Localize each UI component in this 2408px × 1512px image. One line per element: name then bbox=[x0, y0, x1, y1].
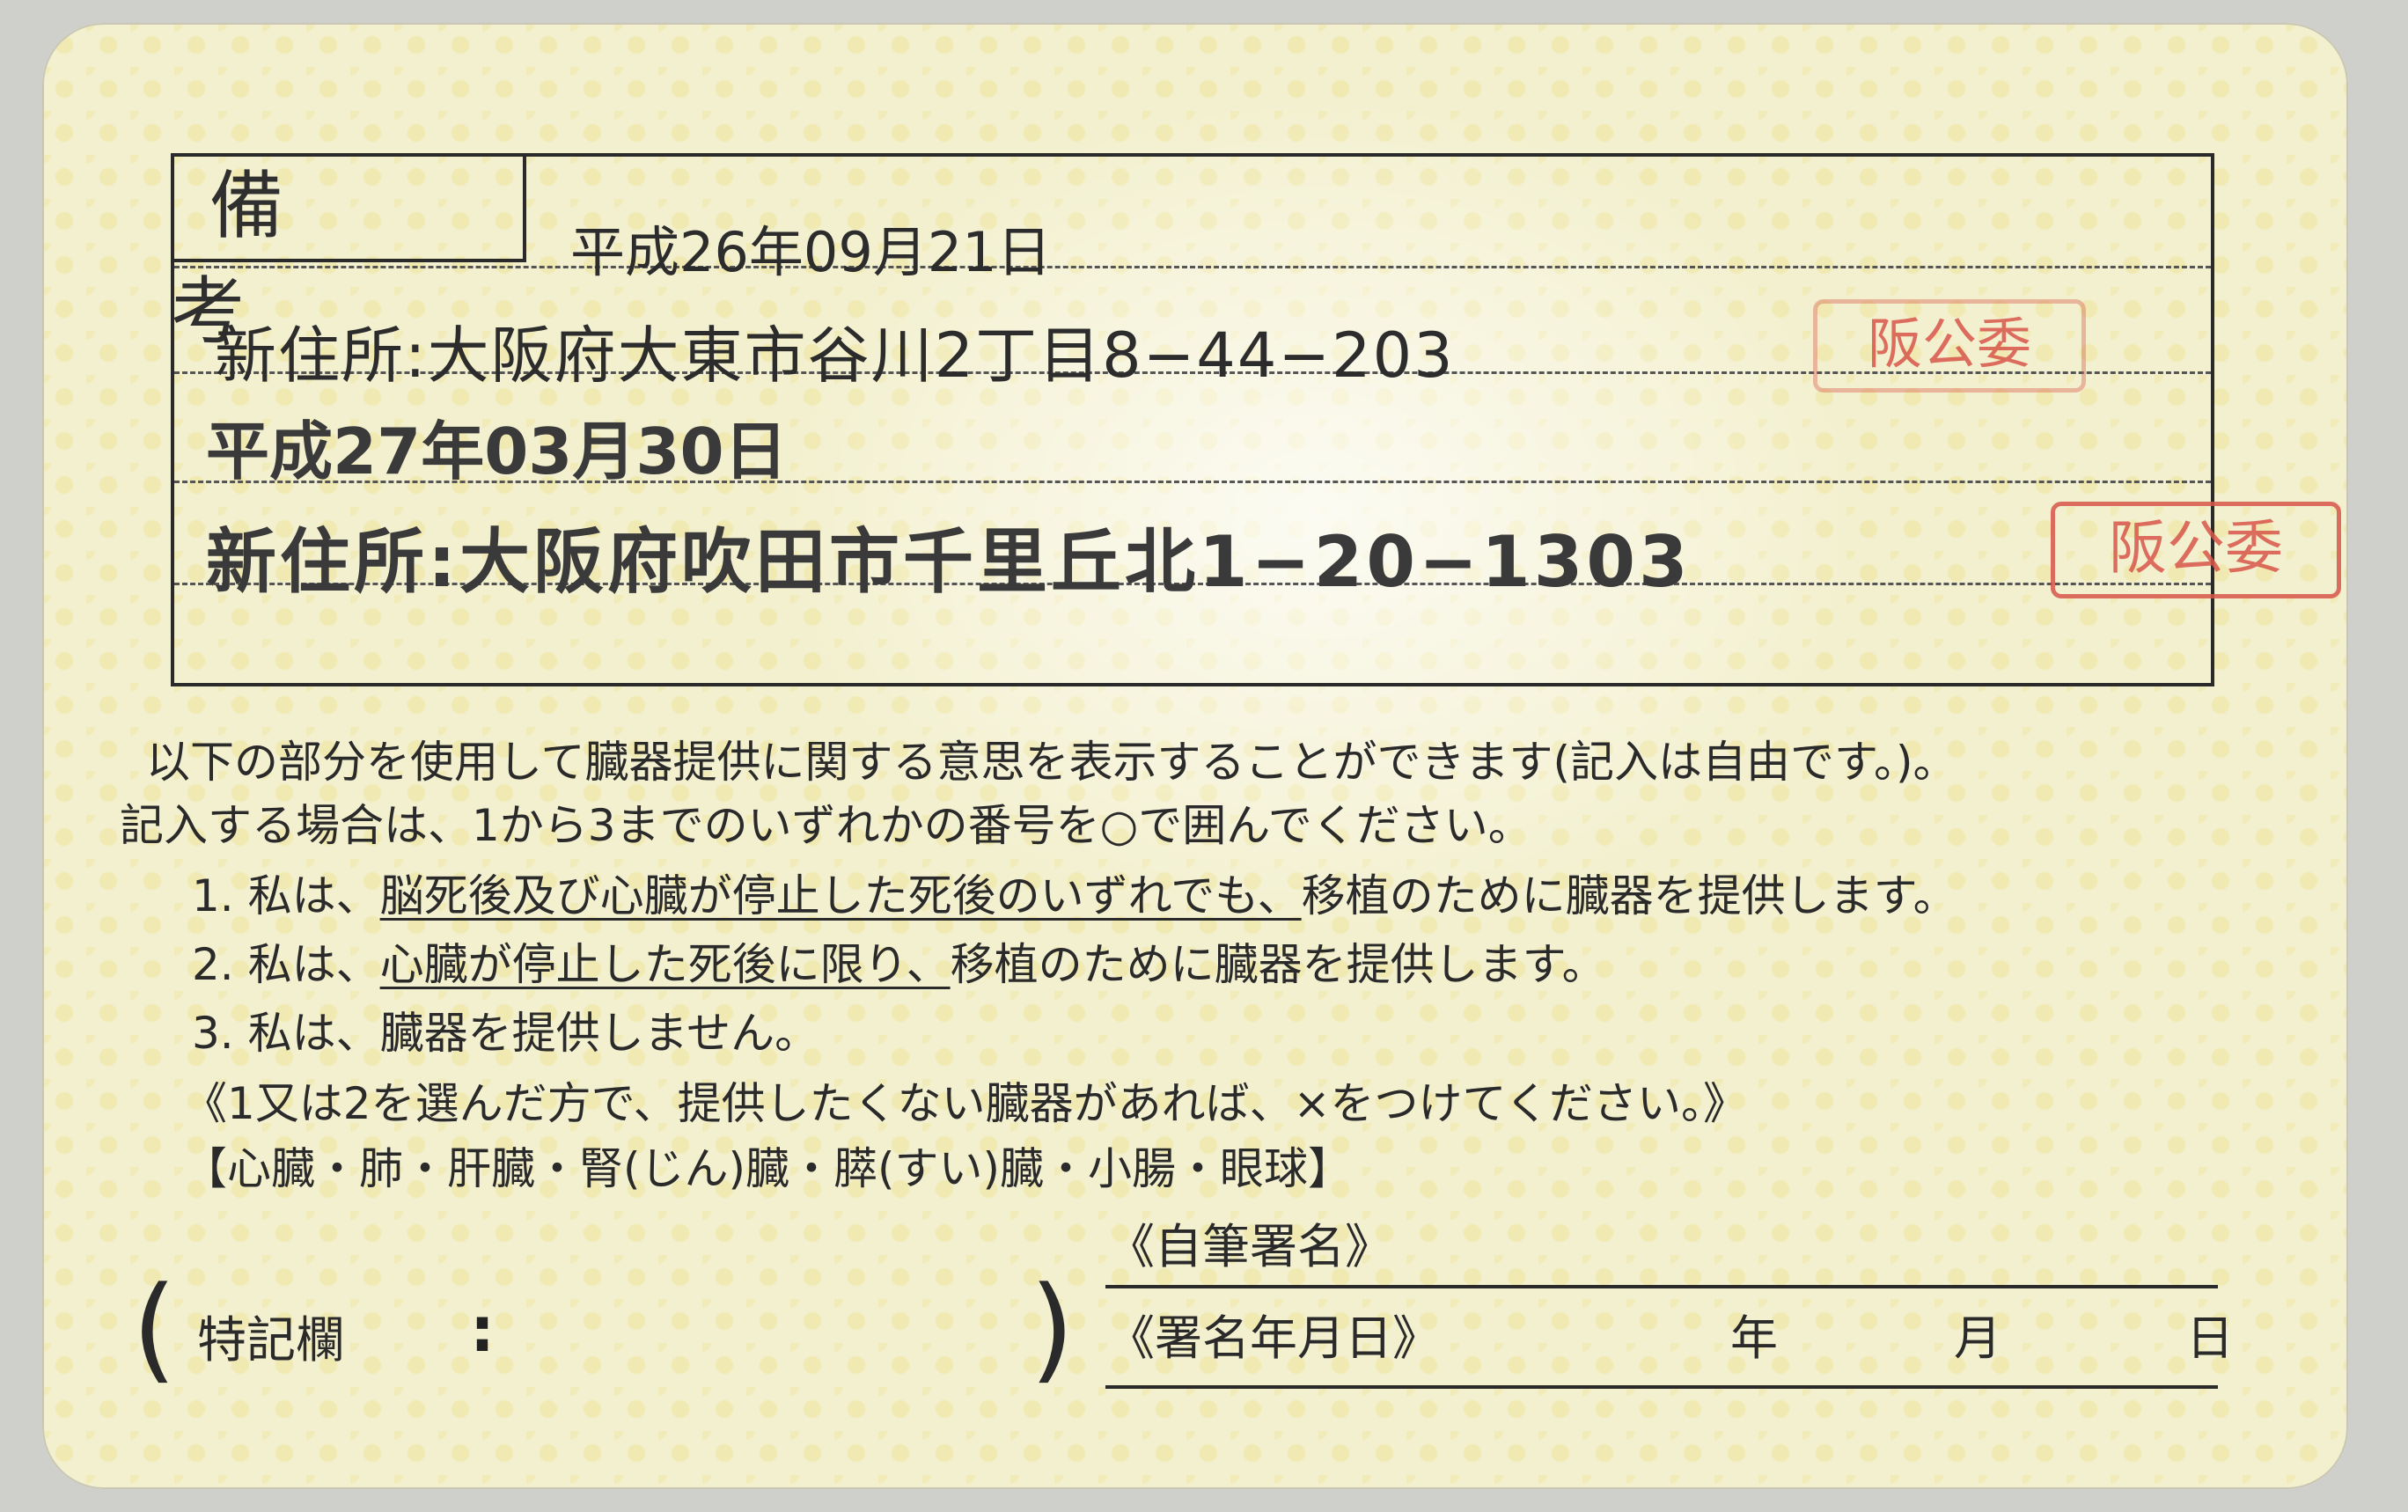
option-1-underlined: 脳死後及び心臓が停止した死後のいずれでも、 bbox=[379, 870, 1302, 921]
organ-option-1[interactable]: 1. 私は、脳死後及び心臓が停止した死後のいずれでも、移植のために臓器を提供しま… bbox=[192, 861, 1957, 924]
official-seal-2: 阪公委 bbox=[2051, 502, 2341, 598]
organ-intro-line-1: 以下の部分を使用して臓器提供に関する意思を表示することができます(記入は自由です… bbox=[146, 737, 1957, 788]
year-label: 年 bbox=[1730, 1310, 1778, 1366]
month-label: 月 bbox=[1954, 1310, 2001, 1366]
signature-date-label: 《署名年月日》 bbox=[1107, 1310, 1440, 1366]
entry-address-1: 新住所:大阪府大東市谷川2丁目8−44−203 bbox=[215, 319, 1455, 392]
organ-intro-line-2: 記入する場合は、1から3までのいずれかの番号を○で囲んでください。 bbox=[120, 800, 1532, 851]
entry-date-2: 平成27年03月30日 bbox=[206, 415, 788, 488]
organ-exclusion-note: 《1又は2を選んだ方で、提供したくない臓器があれば、×をつけてください。》 bbox=[183, 1078, 1748, 1129]
remarks-label: 備 考 bbox=[171, 153, 526, 355]
option-2-suffix: 移植のために臓器を提供します。 bbox=[950, 939, 1606, 990]
signature-field-line[interactable] bbox=[1105, 1285, 2218, 1288]
special-notes-label: 特記欄 bbox=[197, 1312, 345, 1369]
organ-option-2[interactable]: 2. 私は、心臓が停止した死後に限り、移植のために臓器を提供します。 bbox=[192, 929, 1606, 993]
official-seal-1: 阪公委 bbox=[1813, 299, 2086, 393]
remarks-divider bbox=[174, 266, 2211, 268]
entry-date-1: 平成26年09月21日 bbox=[570, 220, 1052, 284]
special-notes-bracket-right: ) bbox=[1030, 1261, 1075, 1395]
signature-label: 《自筆署名》 bbox=[1107, 1219, 1392, 1274]
option-2-underlined: 心臓が停止した死後に限り、 bbox=[379, 939, 951, 990]
organ-list[interactable]: 【心臓・肺・肝臓・腎(じん)臓・膵(すい)臓・小腸・眼球】 bbox=[183, 1134, 1352, 1197]
special-notes-colon: : bbox=[470, 1294, 495, 1366]
option-1-prefix: 1. 私は、 bbox=[192, 870, 380, 921]
day-label: 日 bbox=[2186, 1310, 2234, 1366]
option-1-suffix: 移植のために臓器を提供します。 bbox=[1301, 870, 1957, 921]
special-notes-bracket-left: ( bbox=[132, 1261, 177, 1395]
organ-option-3[interactable]: 3. 私は、臓器を提供しません。 bbox=[192, 998, 819, 1061]
option-2-prefix: 2. 私は、 bbox=[192, 939, 380, 990]
license-card-back: 備 考 平成26年09月21日 新住所:大阪府大東市谷川2丁目8−44−203 … bbox=[42, 23, 2348, 1489]
entry-address-2: 新住所:大阪府吹田市千里丘北1−20−1303 bbox=[206, 521, 1692, 603]
signature-date-field-line[interactable] bbox=[1105, 1385, 2218, 1389]
